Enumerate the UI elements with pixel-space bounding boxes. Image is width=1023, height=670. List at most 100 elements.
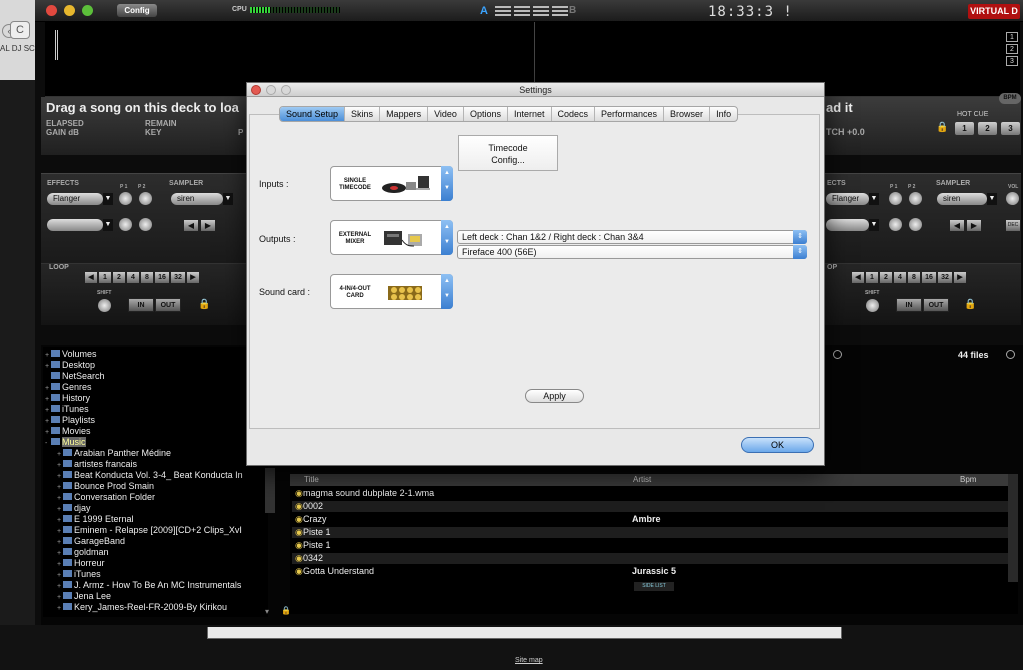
effect-param-1-knob[interactable] — [889, 218, 902, 231]
outputs-selector[interactable]: EXTERNAL MIXER ▲ ▼ — [330, 220, 453, 255]
tab-mappers[interactable]: Mappers — [380, 107, 429, 121]
chevron-down-icon[interactable]: ▼ — [987, 193, 997, 205]
sampler-next-button[interactable]: ▶ — [201, 220, 215, 231]
loop-size-button[interactable]: 8 — [141, 272, 153, 283]
tree-item[interactable]: + djay — [43, 503, 268, 514]
soundcard-device-select[interactable]: Fireface 400 (56E) ⇕ — [457, 245, 807, 259]
tree-item[interactable]: + Movies — [43, 426, 268, 437]
effect-select-2[interactable] — [47, 219, 103, 231]
loop-size-button[interactable]: 4 — [127, 272, 139, 283]
popup-arrows-icon[interactable]: ⇕ — [793, 245, 807, 259]
dialog-close-button[interactable] — [251, 85, 261, 95]
table-row[interactable]: ◉ Piste 1 — [292, 527, 1010, 538]
selector-stepper[interactable]: ▲ ▼ — [441, 166, 453, 201]
view-icon[interactable] — [833, 350, 842, 359]
effect-param-2-knob[interactable] — [909, 192, 922, 205]
outputs-routing-select[interactable]: Left deck : Chan 1&2 / Right deck : Chan… — [457, 230, 807, 244]
effect-select[interactable]: Flanger — [826, 193, 869, 205]
tree-item[interactable]: NetSearch — [43, 371, 268, 382]
apply-button[interactable]: Apply — [525, 389, 584, 403]
tree-item[interactable]: + Playlists — [43, 415, 268, 426]
tab-video[interactable]: Video — [428, 107, 464, 121]
lock-icon[interactable]: 🔒 — [964, 299, 976, 310]
lock-icon[interactable]: 🔒 — [936, 122, 948, 133]
chevron-down-icon[interactable]: ▼ — [223, 193, 233, 205]
inputs-selector[interactable]: SINGLE TIMECODE ▲ ▼ — [330, 166, 453, 201]
sampler-select[interactable]: siren — [937, 193, 987, 205]
tab-internet[interactable]: Internet — [508, 107, 552, 121]
tree-item[interactable]: + Genres — [43, 382, 268, 393]
loop-in-button[interactable]: IN — [896, 298, 922, 312]
loop-prev-button[interactable]: ◀ — [852, 272, 864, 283]
window-zoom-button[interactable] — [82, 5, 93, 16]
tree-item[interactable]: + E 1999 Eternal — [43, 514, 268, 525]
table-row[interactable]: ◉ 0342 — [292, 553, 1010, 564]
dialog-minimize-button[interactable] — [266, 85, 276, 95]
table-row[interactable]: ◉ Crazy Ambre — [292, 514, 1010, 525]
tree-item[interactable]: + Desktop — [43, 360, 268, 371]
loop-size-button[interactable]: 1 — [866, 272, 878, 283]
chevron-down-icon[interactable]: ▼ — [869, 193, 879, 205]
timecode-config-button[interactable]: Timecode Config... — [458, 135, 558, 171]
soundcard-selector[interactable]: 4-IN/4-OUT CARD ▲ ▼ — [330, 274, 453, 309]
tree-item[interactable]: + Volumes — [43, 349, 268, 360]
selector-stepper[interactable]: ▲ ▼ — [441, 220, 453, 255]
sampler-next-button[interactable]: ▶ — [967, 220, 981, 231]
loop-in-button[interactable]: IN — [128, 298, 154, 312]
deck-select-2-button[interactable]: 2 — [1006, 44, 1018, 54]
sampler-prev-button[interactable]: ◀ — [184, 220, 198, 231]
deck-select-1-button[interactable]: 1 — [1006, 32, 1018, 42]
tree-item[interactable]: + Kery_James-Reel-FR-2009-By Kirikou — [43, 602, 268, 613]
file-list-scrollbar[interactable] — [1008, 474, 1018, 582]
chevron-down-icon[interactable]: ▼ — [103, 193, 113, 205]
tree-item[interactable]: + Beat Konducta Vol. 3-4_ Beat Konducta I… — [43, 470, 268, 481]
tree-item[interactable]: + Arabian Panther Médine — [43, 448, 268, 459]
tab-info[interactable]: Info — [710, 107, 737, 121]
loop-size-button[interactable]: 2 — [880, 272, 892, 283]
effect-select[interactable]: Flanger — [47, 193, 103, 205]
chevron-down-icon[interactable]: ▼ — [869, 219, 879, 231]
window-minimize-button[interactable] — [64, 5, 75, 16]
loop-out-button[interactable]: OUT — [923, 298, 949, 312]
loop-next-button[interactable]: ▶ — [187, 272, 199, 283]
effect-select-2[interactable] — [826, 219, 869, 231]
table-row[interactable]: ◉ 0002 — [292, 501, 1010, 512]
loop-out-button[interactable]: OUT — [155, 298, 181, 312]
sampler-volume-knob[interactable] — [1006, 192, 1019, 205]
dec-button[interactable]: DEC — [1006, 220, 1020, 231]
tab-performances[interactable]: Performances — [595, 107, 665, 121]
hot-cue-2-button[interactable]: 2 — [978, 122, 997, 135]
tree-item[interactable]: + artistes francais — [43, 459, 268, 470]
tab-browser[interactable]: Browser — [664, 107, 711, 121]
column-title[interactable]: Title — [304, 474, 319, 486]
sampler-prev-button[interactable]: ◀ — [950, 220, 964, 231]
tree-item[interactable]: - Music — [43, 437, 268, 448]
search-options-icon[interactable] — [1006, 350, 1015, 359]
effect-param-1-knob[interactable] — [889, 192, 902, 205]
dialog-zoom-button[interactable] — [281, 85, 291, 95]
effect-param-1-knob[interactable] — [119, 192, 132, 205]
popup-arrows-icon[interactable]: ⇕ — [793, 230, 807, 244]
tree-item[interactable]: + iTunes — [43, 569, 268, 580]
shift-knob[interactable] — [98, 299, 111, 312]
loop-prev-button[interactable]: ◀ — [85, 272, 97, 283]
tab-skins[interactable]: Skins — [345, 107, 381, 121]
column-artist[interactable]: Artist — [633, 474, 651, 486]
tab-options[interactable]: Options — [464, 107, 508, 121]
selector-stepper[interactable]: ▲ ▼ — [441, 274, 453, 309]
sampler-select[interactable]: siren — [171, 193, 223, 205]
table-row[interactable]: ◉ Gotta Understand Jurassic 5 — [292, 566, 1010, 577]
tree-item[interactable]: + Horreur — [43, 558, 268, 569]
tree-scrollbar[interactable] — [265, 468, 275, 513]
effect-param-1-knob[interactable] — [119, 218, 132, 231]
tree-scroll-down-icon[interactable]: ▾ — [265, 607, 269, 616]
tree-item[interactable]: + iTunes — [43, 404, 268, 415]
tree-item[interactable]: + Conversation Folder — [43, 492, 268, 503]
tree-item[interactable]: + Eminem - Relapse [2009][CD+2 Clips_XvI — [43, 525, 268, 536]
effect-param-2-knob[interactable] — [139, 192, 152, 205]
chevron-down-icon[interactable]: ▼ — [103, 219, 113, 231]
hot-cue-3-button[interactable]: 3 — [1001, 122, 1020, 135]
table-row[interactable]: ◉ Piste 1 — [292, 540, 1010, 551]
side-list-button[interactable]: SIDE LIST — [634, 582, 674, 591]
lock-icon[interactable]: 🔒 — [198, 299, 210, 310]
